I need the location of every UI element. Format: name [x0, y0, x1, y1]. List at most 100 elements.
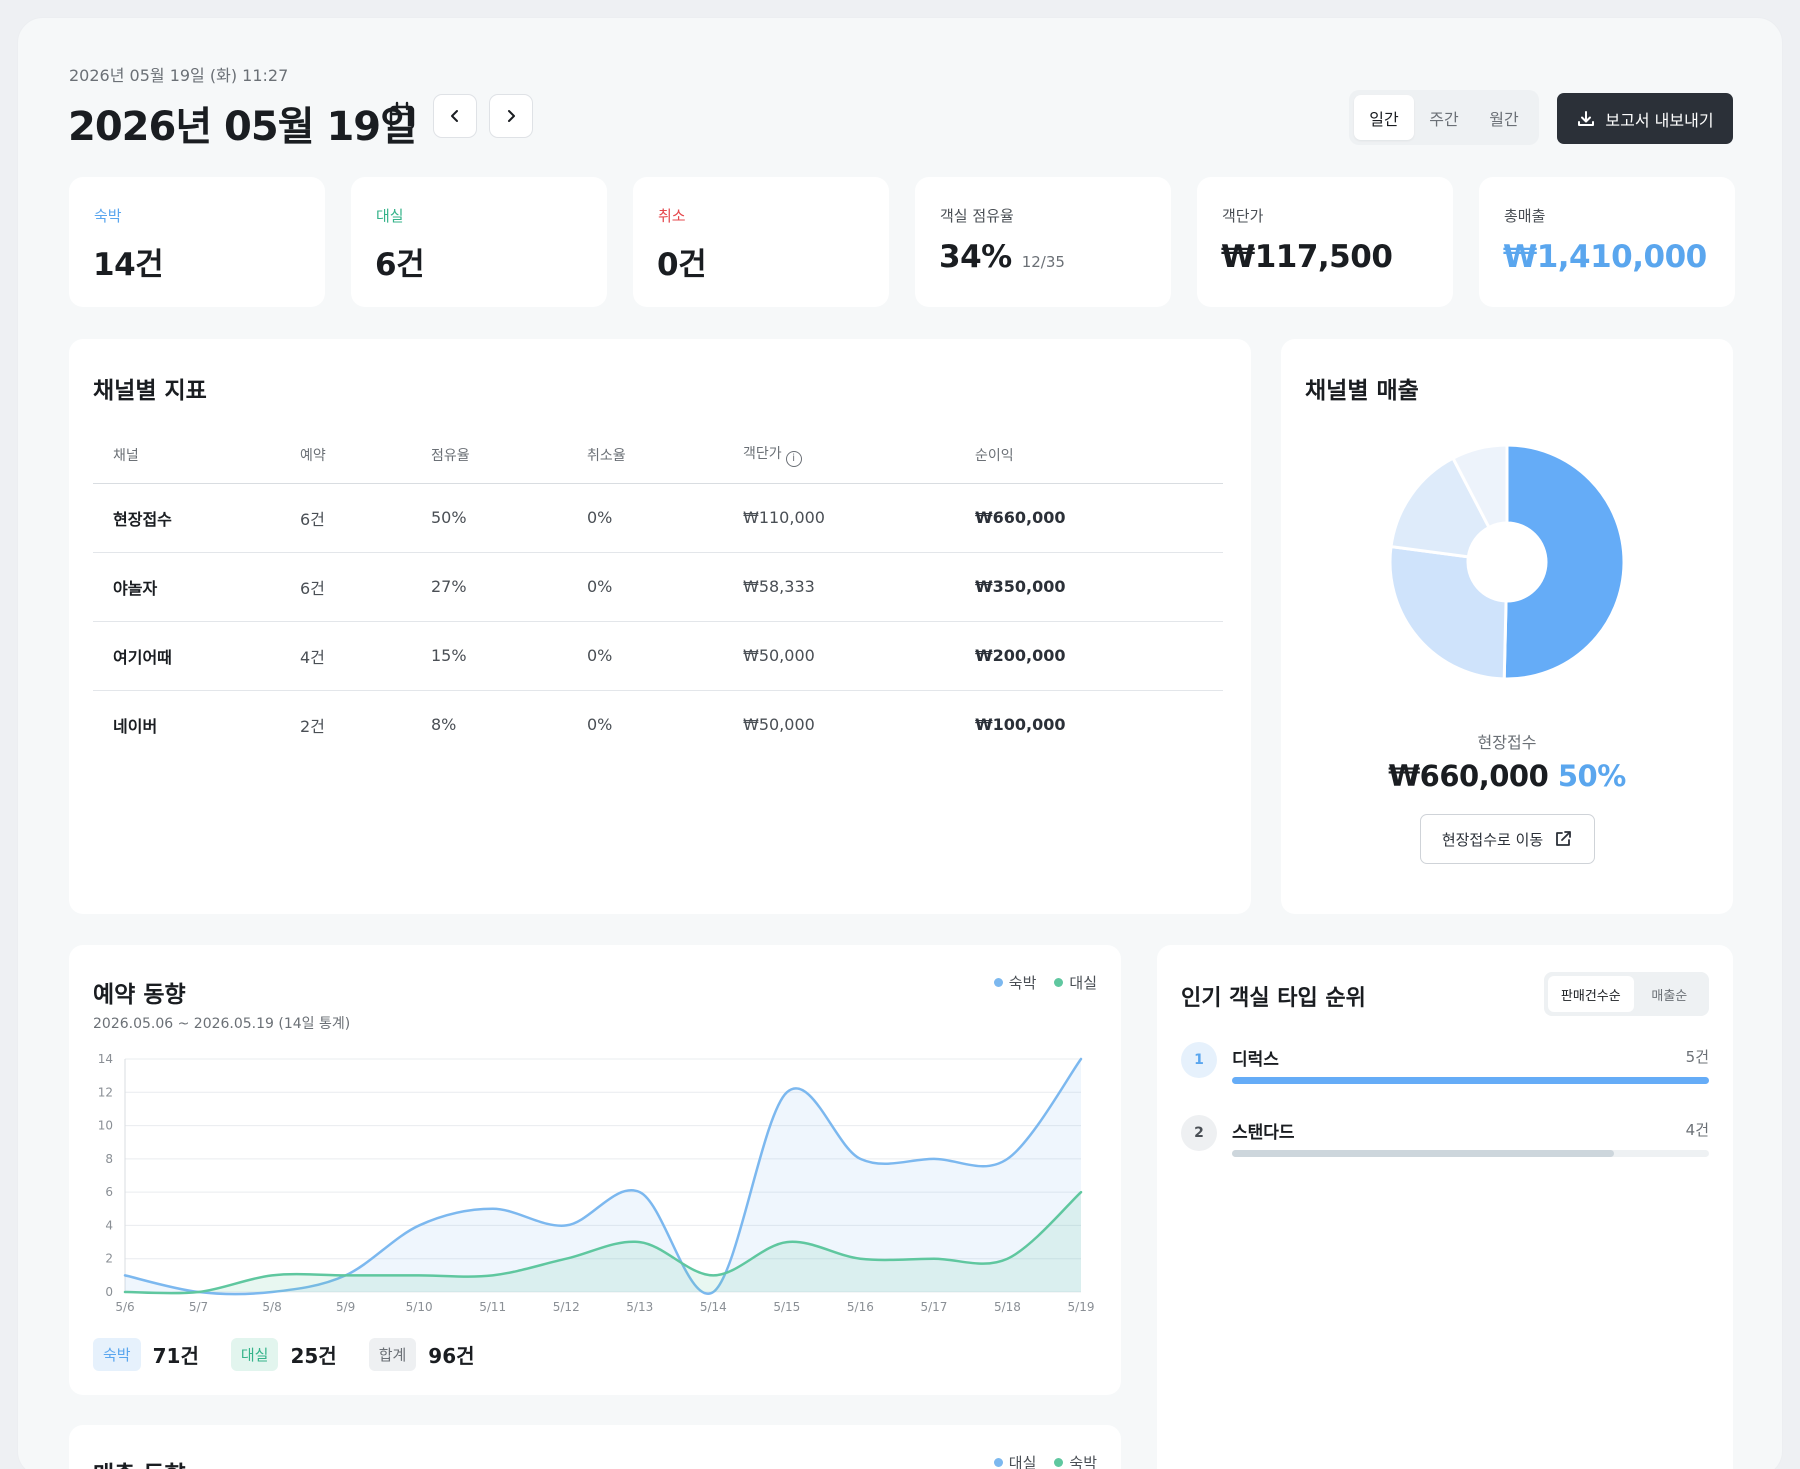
data-point[interactable]	[1075, 1053, 1087, 1065]
download-icon	[1578, 110, 1595, 126]
legend-dot	[993, 1458, 1003, 1467]
table-cell: 0%	[587, 552, 743, 622]
data-point[interactable]	[854, 1153, 866, 1165]
donut-slice-현장접수[interactable]	[1502, 443, 1626, 681]
data-point[interactable]	[1001, 1253, 1013, 1265]
table-row[interactable]: 여기어때 4건 15% 0% ₩50,000 ₩200,000	[93, 621, 1223, 691]
channel-table: 채널 예약 점유율 취소율 객단가 i 순이익 현장접수 6건 50% 0% ₩1…	[93, 427, 1223, 759]
table-cell: 8%	[431, 715, 457, 735]
table-cell: ₩350,000	[975, 552, 1223, 622]
data-point[interactable]	[487, 1203, 499, 1215]
goto-channel-label: 현장접수로 이동	[1441, 830, 1544, 849]
legend-dot	[993, 978, 1003, 987]
rank-bar-fill	[1232, 1077, 1709, 1084]
column-header: 채널	[93, 427, 300, 484]
goto-channel-button[interactable]: 현장접수로 이동	[1420, 814, 1595, 864]
x-tick-label: 5/18	[994, 1300, 1021, 1314]
table-row[interactable]: 야놀자 6건 27% 0% ₩58,333 ₩350,000	[93, 552, 1223, 622]
selected-channel-name: 현장접수	[1477, 733, 1537, 752]
data-point[interactable]	[781, 1236, 793, 1248]
total-chip-stay: 숙박	[93, 1338, 141, 1371]
table-cell: 0%	[587, 483, 743, 553]
chevron-right-icon	[508, 110, 515, 122]
kpi-card-total-revenue: 총매출 ₩1,410,000	[1479, 177, 1735, 307]
table-cell: ₩110,000	[743, 483, 975, 553]
total-value-stay: 71건	[152, 1344, 199, 1368]
card-title: 매출 동향	[93, 1455, 186, 1469]
kpi-label: 대실	[376, 207, 404, 225]
y-tick-label: 8	[105, 1152, 113, 1166]
kpi-label: 객실 점유율	[940, 207, 1014, 225]
kpi-label: 숙박	[94, 207, 122, 225]
data-point[interactable]	[340, 1269, 352, 1281]
x-tick-label: 5/17	[920, 1300, 947, 1314]
table-cell: ₩200,000	[975, 621, 1223, 691]
tab-weekly[interactable]: 주간	[1414, 95, 1474, 140]
data-point[interactable]	[634, 1186, 646, 1198]
table-cell: 50%	[431, 483, 587, 553]
room-type-name: 디럭스	[1232, 1050, 1279, 1070]
data-point[interactable]	[413, 1269, 425, 1281]
tab-monthly[interactable]: 월간	[1474, 95, 1534, 140]
previous-day-button[interactable]	[433, 94, 477, 138]
table-row[interactable]: 현장접수 6건 50% 0% ₩110,000 ₩660,000	[93, 483, 1223, 553]
data-point[interactable]	[634, 1236, 646, 1248]
donut-slice-야놀자[interactable]	[1388, 544, 1508, 681]
data-point[interactable]	[266, 1269, 278, 1281]
data-point[interactable]	[928, 1153, 940, 1165]
data-point[interactable]	[193, 1286, 205, 1298]
rank-bar-track	[1232, 1077, 1709, 1084]
channel-metrics-card: 채널별 지표 채널 예약 점유율 취소율 객단가 i 순이익 현장접수 6건 50…	[69, 339, 1251, 914]
info-icon[interactable]: i	[785, 450, 802, 467]
data-point[interactable]	[560, 1253, 572, 1265]
x-tick-label: 5/6	[115, 1300, 134, 1314]
revenue-trend-card: 매출 동향 대실 숙박	[69, 1425, 1121, 1469]
rank-bar-track	[1232, 1150, 1709, 1157]
selected-channel-share: 50%	[1557, 759, 1626, 793]
column-header: 객단가 i	[743, 427, 975, 484]
x-tick-label: 5/14	[700, 1300, 727, 1314]
table-cell: ₩660,000	[975, 483, 1223, 553]
tab-daily[interactable]: 일간	[1354, 95, 1414, 140]
table-cell: 0%	[587, 715, 613, 735]
x-tick-label: 5/10	[406, 1300, 433, 1314]
channel-name: 현장접수	[93, 483, 300, 553]
tab-by-revenue[interactable]: 매출순	[1634, 976, 1705, 1012]
data-point[interactable]	[781, 1086, 793, 1098]
legend-item: 대실	[993, 1452, 1036, 1469]
data-point[interactable]	[928, 1253, 940, 1265]
next-day-button[interactable]	[489, 94, 533, 138]
rank-sort-toggle: 판매건수순 매출순	[1544, 972, 1709, 1016]
x-tick-label: 5/16	[847, 1300, 874, 1314]
export-report-button[interactable]: 보고서 내보내기	[1557, 93, 1733, 144]
room-type-name: 스탠다드	[1232, 1123, 1295, 1143]
y-tick-label: 10	[98, 1119, 113, 1133]
tab-by-count[interactable]: 판매건수순	[1548, 976, 1634, 1012]
x-tick-label: 5/15	[773, 1300, 800, 1314]
calendar-icon[interactable]	[388, 101, 416, 131]
page-title: 2026년 05월 19일	[68, 104, 417, 150]
data-point[interactable]	[707, 1269, 719, 1281]
column-header-label: 객단가	[743, 446, 782, 462]
data-point[interactable]	[1001, 1153, 1013, 1165]
kpi-label: 총매출	[1504, 207, 1546, 225]
data-point[interactable]	[119, 1286, 131, 1298]
legend-item: 숙박	[993, 972, 1036, 993]
kpi-card-stay: 숙박 14건	[69, 177, 325, 307]
data-point[interactable]	[1075, 1186, 1087, 1198]
legend-dot	[1054, 978, 1064, 987]
export-label: 보고서 내보내기	[1605, 110, 1714, 130]
kpi-value: 34% 12/35	[939, 239, 1065, 275]
data-point[interactable]	[487, 1269, 499, 1281]
kpi-card-rental: 대실 6건	[351, 177, 607, 307]
data-point[interactable]	[119, 1269, 131, 1281]
table-row[interactable]: 네이버 2건 8% 0% ₩50,000 ₩100,000	[93, 690, 1223, 759]
data-point[interactable]	[560, 1219, 572, 1231]
reservation-trend-chart: 0 2 4 6 8 10 12 14 5/6 5/7 5/8 5/9 5/10 5/11 5/12 5/13 5…	[98, 1052, 1095, 1314]
data-point[interactable]	[854, 1253, 866, 1265]
selected-channel-summary: ₩660,000 50%	[1281, 759, 1733, 793]
total-value-rental: 25건	[290, 1344, 337, 1368]
data-point[interactable]	[413, 1219, 425, 1231]
column-header: 취소율	[587, 427, 743, 484]
y-tick-label: 14	[98, 1052, 113, 1066]
